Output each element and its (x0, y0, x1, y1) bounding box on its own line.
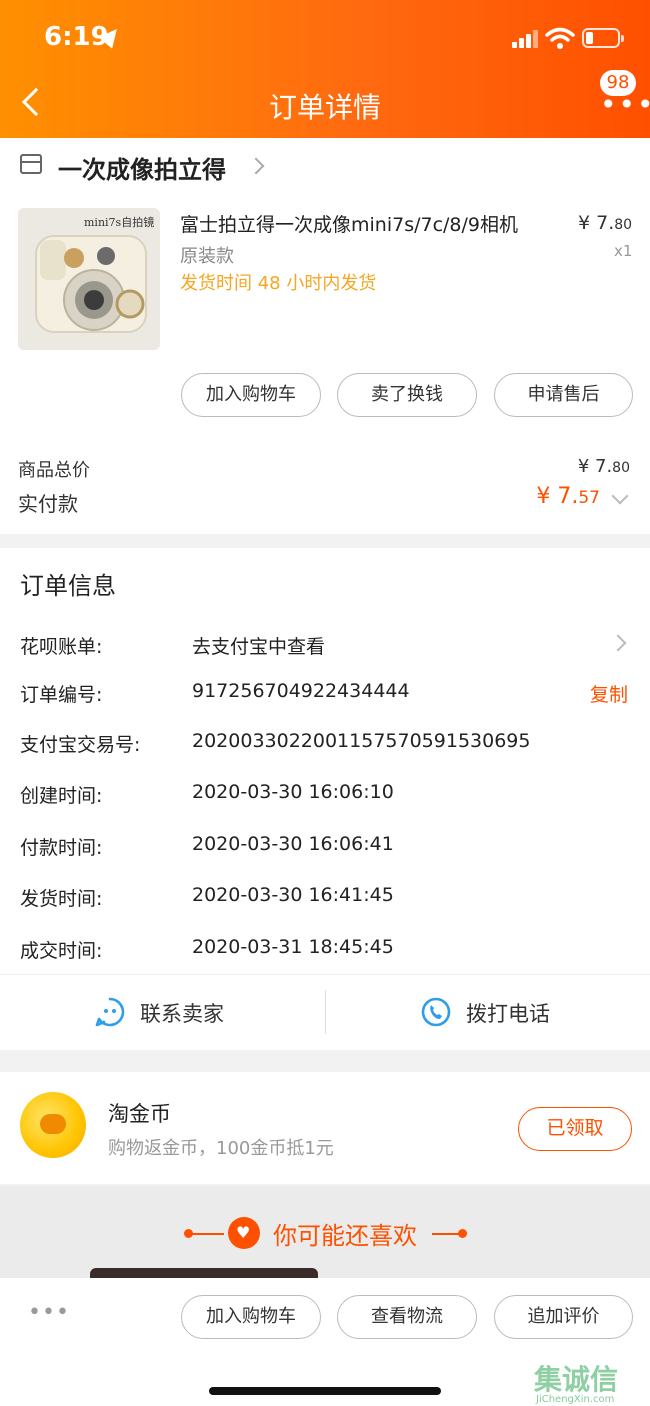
battery-icon (582, 28, 624, 48)
product-spec: 原装款 (180, 246, 234, 267)
resell-button[interactable]: 卖了换钱 (337, 373, 477, 417)
more-dots-icon: ••• (600, 88, 650, 121)
huabei-bill-link[interactable]: 去支付宝中查看 (192, 632, 325, 659)
info-label: 发货时间: (20, 888, 103, 910)
view-logistics-button[interactable]: 查看物流 (337, 1295, 477, 1339)
info-label: 创建时间: (20, 785, 103, 807)
info-label: 订单编号: (20, 684, 103, 706)
product-price: ¥ 7.80 (578, 212, 633, 234)
contact-seller-button[interactable]: 联系卖家 (0, 976, 325, 1048)
more-menu-button[interactable]: 98 ••• (596, 70, 650, 119)
copy-button[interactable]: 复制 (590, 680, 628, 707)
call-phone-button[interactable]: 拨打电话 (326, 976, 650, 1048)
add-to-cart-button[interactable]: 加入购物车 (181, 1295, 321, 1339)
add-review-button[interactable]: 追加评价 (494, 1295, 633, 1339)
order-info-title: 订单信息 (20, 572, 116, 600)
shipping-time: 发货时间 48 小时内发货 (180, 273, 377, 294)
page-title: 订单详情 (268, 91, 381, 124)
gold-coin-icon (20, 1092, 86, 1158)
thumbnail-caption: mini7s自拍镜 (84, 216, 155, 229)
call-phone-label: 拨打电话 (466, 1002, 550, 1026)
coin-subtitle: 购物返金币，100金币抵1元 (108, 1138, 334, 1159)
add-to-cart-button[interactable]: 加入购物车 (181, 373, 321, 417)
home-indicator[interactable] (209, 1387, 441, 1395)
phone-icon (421, 997, 451, 1027)
store-icon (20, 154, 42, 174)
watermark-logo: 集诚信 JiChengXin.com (534, 1358, 650, 1406)
product-quantity: x1 (614, 242, 633, 260)
created-time-value: 2020-03-30 16:06:10 (192, 781, 394, 803)
after-sales-button[interactable]: 申请售后 (494, 373, 633, 417)
cellular-signal-icon (512, 30, 538, 48)
info-label: 付款时间: (20, 837, 103, 859)
info-label: 花呗账单: (20, 636, 103, 658)
amount-paid-value[interactable]: ¥ 7.57 (500, 484, 600, 509)
claimed-button[interactable]: 已领取 (518, 1107, 632, 1151)
product-thumbnail[interactable]: mini7s自拍镜 (18, 208, 160, 350)
watermark-text: 集诚信 (534, 1363, 619, 1396)
divider (0, 974, 650, 975)
more-dots-icon[interactable]: ••• (28, 1300, 70, 1325)
header-bar: 6:19 订单详情 98 ••• (0, 0, 650, 138)
goods-total-value: ¥ 7.80 (577, 456, 630, 477)
amount-paid-label: 实付款 (18, 492, 78, 516)
info-label: 成交时间: (20, 940, 103, 962)
goods-total-label: 商品总价 (18, 460, 90, 481)
chevron-right-icon (247, 157, 265, 175)
recommend-item-image[interactable] (90, 1268, 318, 1278)
order-number-value: 917256704922434444 (192, 680, 410, 702)
recommend-title: 你可能还喜欢 (273, 1222, 417, 1250)
product-title[interactable]: 富士拍立得一次成像mini7s/7c/8/9相机 (180, 210, 518, 237)
shop-header[interactable]: 一次成像拍立得 (0, 140, 650, 192)
shipped-time-value: 2020-03-30 16:41:45 (192, 884, 394, 906)
coin-title: 淘金币 (108, 1102, 171, 1126)
completed-time-value: 2020-03-31 18:45:45 (192, 936, 394, 958)
wifi-icon (545, 27, 575, 49)
chat-smile-icon (95, 997, 125, 1027)
shop-name: 一次成像拍立得 (58, 156, 226, 184)
paid-time-value: 2020-03-30 16:06:41 (192, 833, 394, 855)
watermark-url: JiChengXin.com (536, 1394, 615, 1405)
contact-seller-label: 联系卖家 (140, 1002, 224, 1026)
alipay-trade-number: 2020033022001157570591530695 (192, 730, 531, 752)
decor-dot (458, 1229, 467, 1238)
info-label: 支付宝交易号: (20, 734, 141, 756)
